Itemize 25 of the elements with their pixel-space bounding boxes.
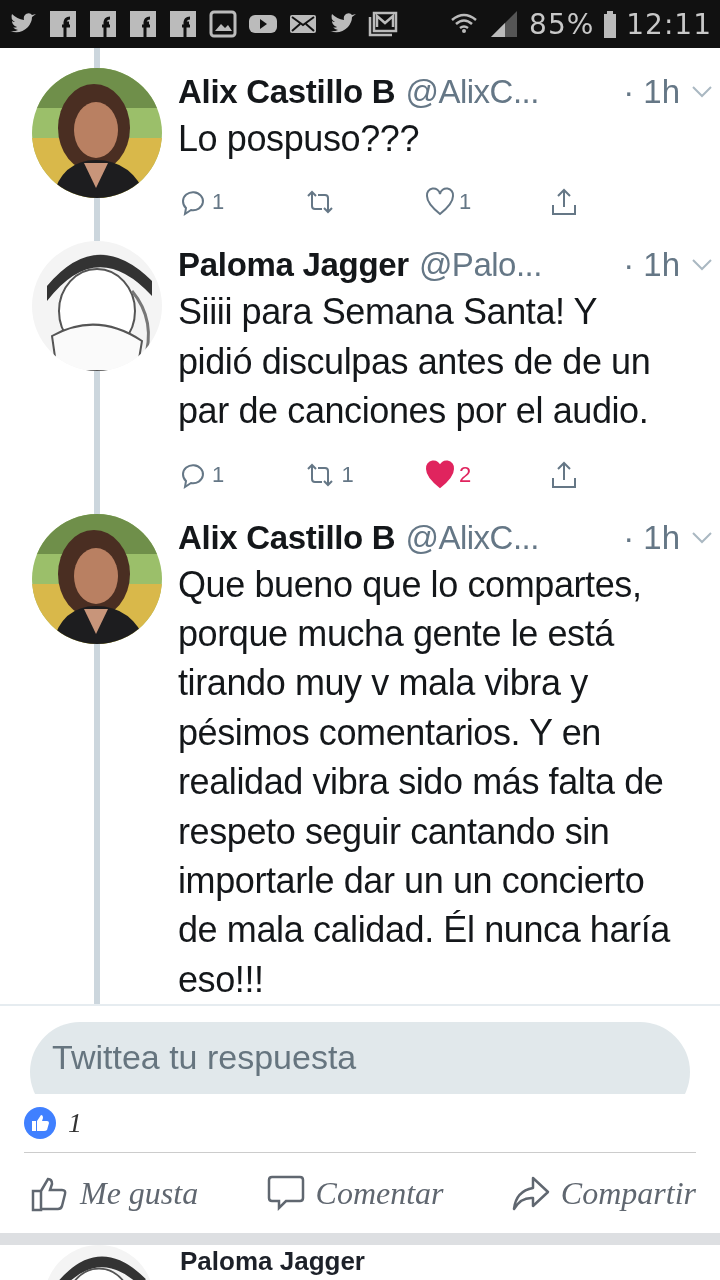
tweet-time: · 1h (622, 518, 680, 557)
reply-count: 1 (212, 461, 225, 488)
like-count: 1 (459, 189, 472, 216)
like-count: 1 (68, 1107, 82, 1140)
retweet-count: 1 (341, 461, 354, 488)
author-name: Paloma Jagger (180, 1246, 365, 1277)
tweet-time: · 1h (622, 246, 680, 285)
tweet-time: · 1h (622, 73, 680, 111)
author-name: Alix Castillo B (178, 518, 396, 557)
author-name: Alix Castillo B (178, 73, 396, 111)
tweet-text: Siiii para Semana Santa! Y pidió disculpas antes de de un par de canciones por el audio. (178, 290, 652, 434)
like-button[interactable]: Me gusta (30, 1173, 199, 1214)
author-handle: @AlixC... (405, 518, 539, 557)
tweet-text: Lo pospuso??? (178, 117, 421, 161)
author-name: Paloma Jagger (178, 246, 409, 285)
author-handle: @AlixC... (405, 73, 539, 111)
tweet-text: Que bueno que lo compartes, porque mucha gente le está tirando muy v mala vibra y pésimos comentarios. Y en realidad vibra sido más falta de respeto seguir cantando sin importarle dar un un concierto de mala calidad. Él nunca haría eso!!! (178, 562, 672, 1002)
battery-percent: 85% (529, 7, 595, 41)
like-count: 2 (459, 461, 472, 488)
share-button[interactable]: Compartir (510, 1173, 696, 1214)
author-handle: @Palo... (418, 246, 542, 285)
comment-button[interactable]: Comentar (265, 1173, 444, 1214)
clock: 12:11 (626, 7, 712, 41)
reply-count: 1 (212, 189, 225, 216)
reply-field[interactable]: Twittea tu respuesta (30, 1022, 690, 1095)
